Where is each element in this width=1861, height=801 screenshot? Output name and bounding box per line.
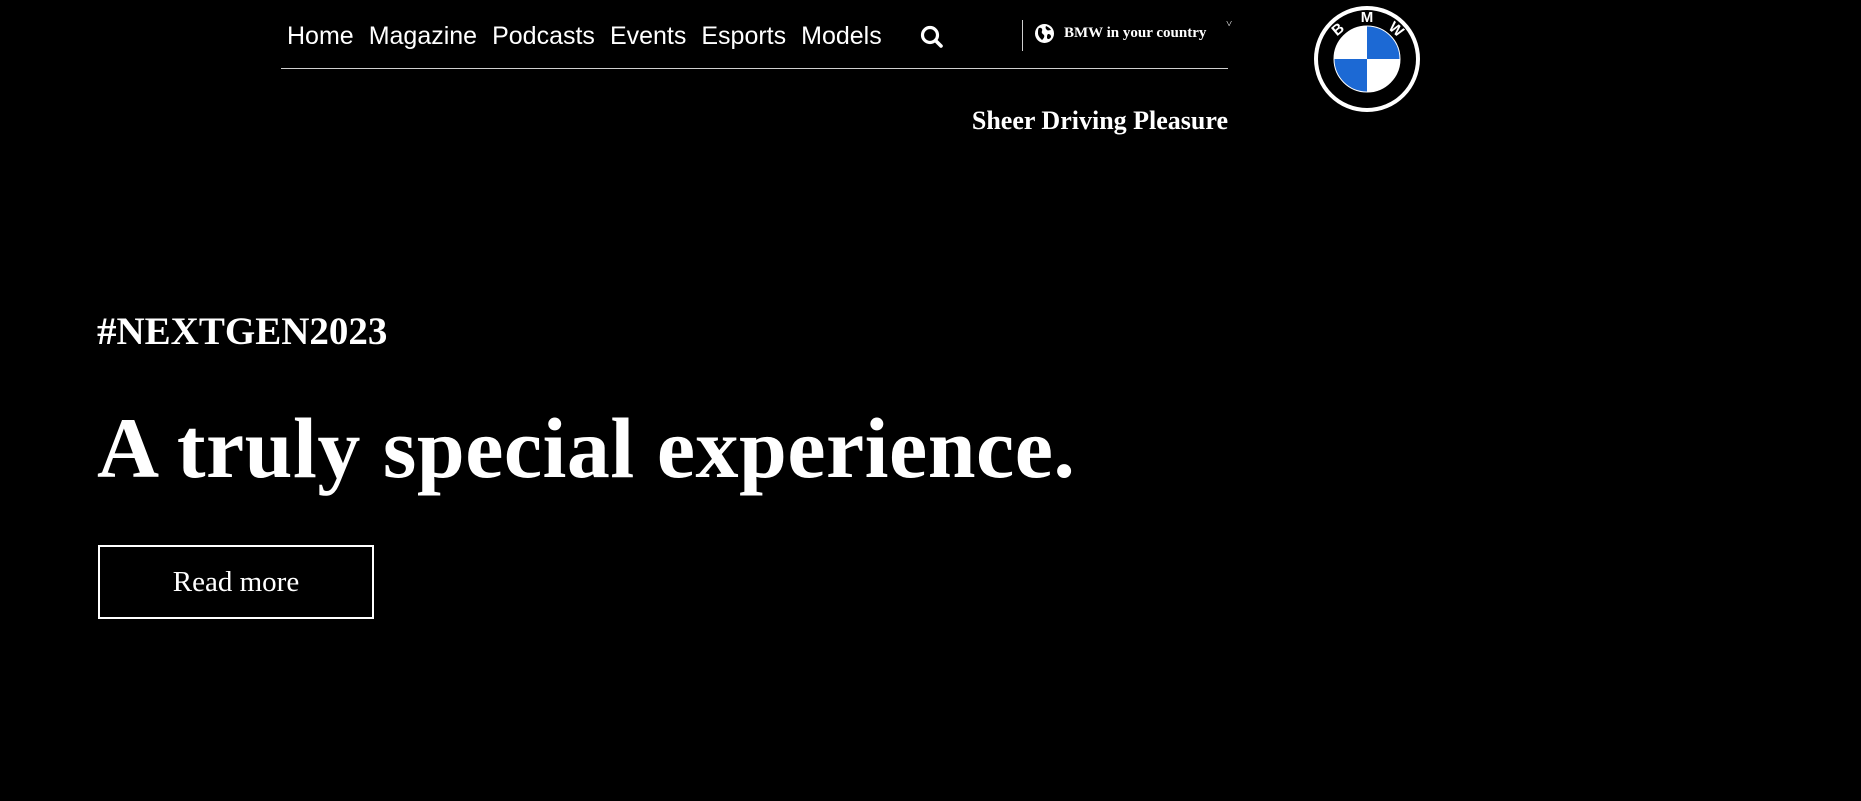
hero-hashtag: #NEXTGEN2023 [97,310,388,353]
country-selector[interactable]: BMW in your country ˅ [1034,18,1232,46]
search-icon [920,25,943,48]
nav-link-podcasts[interactable]: Podcasts [492,22,595,50]
top-navigation: Home Magazine Podcasts Events Esports Mo… [281,0,1232,135]
search-button[interactable] [916,20,950,54]
nav-item-magazine[interactable]: Magazine [369,20,477,52]
logo-letter-m: M [1361,9,1374,26]
caret-down-icon: ˅ [1226,18,1233,30]
nav-item-podcasts[interactable]: Podcasts [492,20,595,52]
nav-link-events[interactable]: Events [610,22,686,50]
nav-link-magazine[interactable]: Magazine [369,22,477,50]
read-more-button[interactable]: Read more [98,545,374,619]
nav-item-events[interactable]: Events [610,20,686,52]
nav-item-models[interactable]: Models [801,20,882,52]
nav-link-esports[interactable]: Esports [701,22,786,50]
hero-title: A truly special experience. [97,400,1076,496]
country-selector-label: BMW in your country [1064,24,1207,41]
brand-slogan: Sheer Driving Pleasure [971,106,1228,135]
nav-divider [1022,20,1023,51]
globe-icon [1035,23,1054,43]
bmw-roundel-icon: B M W [1314,6,1420,112]
nav-link-models[interactable]: Models [801,22,882,50]
bmw-logo[interactable]: B M W [1312,4,1422,114]
nav-item-home[interactable]: Home [287,20,354,52]
nav-item-esports[interactable]: Esports [701,20,786,52]
nav-link-home[interactable]: Home [287,22,354,50]
nav-list: Home Magazine Podcasts Events Esports Mo… [287,20,882,52]
